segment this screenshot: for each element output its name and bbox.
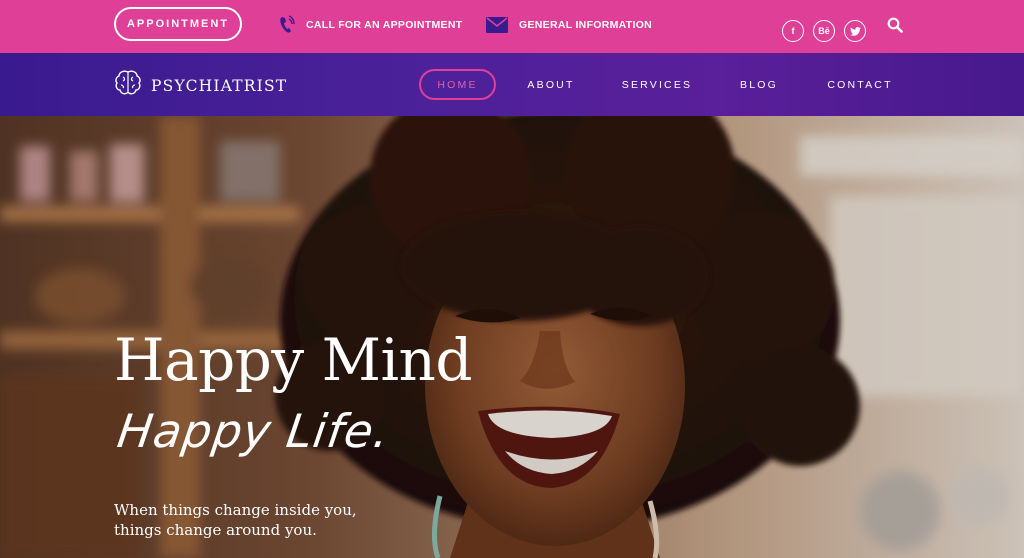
behance-icon[interactable]: Bē <box>813 20 835 42</box>
main-navigation: PSYCHIATRIST HOME ABOUT SERVICES BLOG CO… <box>0 53 1024 116</box>
nav-blog[interactable]: BLOG <box>733 69 785 100</box>
nav-contact[interactable]: CONTACT <box>822 69 898 100</box>
hero-title: Happy Mind <box>114 326 473 394</box>
general-information-text: GENERAL INFORMATION <box>519 19 653 31</box>
hero-section: Happy Mind Happy Life. When things chang… <box>0 116 1024 558</box>
envelope-icon <box>486 17 508 33</box>
site-logo[interactable]: PSYCHIATRIST <box>113 68 287 103</box>
hero-tagline-line1: When things change inside you, <box>114 501 357 519</box>
call-appointment-link[interactable]: CALL FOR AN APPOINTMENT <box>279 13 462 37</box>
brain-icon <box>113 68 143 103</box>
hero-tagline: When things change inside you, things ch… <box>114 500 357 540</box>
hero-subtitle: Happy Life. <box>114 404 394 458</box>
logo-text: PSYCHIATRIST <box>151 76 288 95</box>
nav-home[interactable]: HOME <box>419 69 496 100</box>
twitter-icon[interactable] <box>844 20 866 42</box>
general-information-link[interactable]: GENERAL INFORMATION <box>486 13 652 37</box>
search-icon[interactable] <box>887 17 903 33</box>
facebook-icon[interactable]: f <box>782 20 804 42</box>
call-appointment-text: CALL FOR AN APPOINTMENT <box>306 19 463 31</box>
hero-tagline-line2: things change around you. <box>114 521 317 539</box>
nav-services[interactable]: SERVICES <box>620 69 694 100</box>
phone-icon <box>279 15 295 35</box>
top-bar: APPOINTMENT CALL FOR AN APPOINTMENT GENE… <box>0 0 1024 53</box>
appointment-button[interactable]: APPOINTMENT <box>114 7 242 41</box>
nav-about[interactable]: ABOUT <box>520 69 582 100</box>
